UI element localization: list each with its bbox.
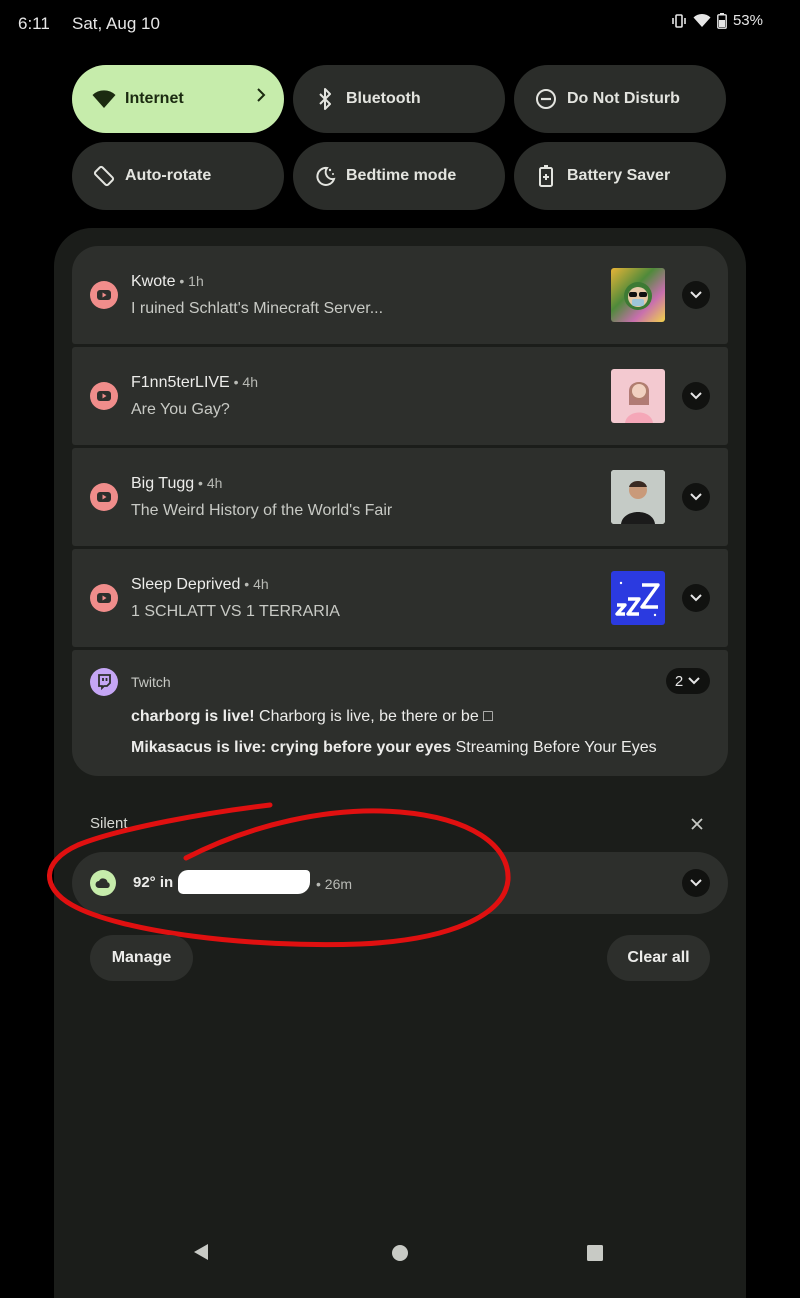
- tile-label: Internet: [125, 90, 184, 107]
- redaction-mark: [178, 870, 310, 894]
- tile-do-not-disturb[interactable]: Do Not Disturb: [514, 65, 726, 133]
- expand-button[interactable]: [682, 483, 710, 511]
- twitch-line: charborg is live! Charborg is live, be t…: [131, 708, 493, 725]
- clear-all-button[interactable]: Clear all: [607, 935, 710, 981]
- notification-app-name: Twitch: [131, 674, 171, 690]
- expand-button[interactable]: [682, 584, 710, 612]
- youtube-icon: [90, 281, 118, 309]
- tile-bedtime-mode[interactable]: Bedtime mode: [293, 142, 505, 210]
- chevron-right-icon: [256, 88, 266, 107]
- notification-text: I ruined Schlatt's Minecraft Server...: [131, 300, 384, 317]
- notification-youtube-sleep-deprived[interactable]: Sleep Deprived • 4h 1 SCHLATT VS 1 TERRA…: [72, 549, 728, 647]
- notification-weather[interactable]: 92° in • 26m: [72, 852, 728, 914]
- battery-saver-icon: [534, 164, 558, 188]
- vibrate-icon: [671, 13, 687, 29]
- recents-icon[interactable]: [586, 1244, 604, 1262]
- youtube-icon: [90, 382, 118, 410]
- notification-text: 1 SCHLATT VS 1 TERRARIA: [131, 603, 340, 620]
- status-bar: 6:11 Sat, Aug 10 53%: [0, 0, 800, 46]
- tile-label: Bluetooth: [346, 90, 421, 107]
- close-icon[interactable]: [688, 815, 706, 833]
- notification-text: Are You Gay?: [131, 401, 230, 418]
- tile-internet[interactable]: Internet: [72, 65, 284, 133]
- manage-button[interactable]: Manage: [90, 935, 193, 981]
- youtube-icon: [90, 584, 118, 612]
- tile-label: Do Not Disturb: [567, 90, 680, 107]
- notification-time: 4h: [206, 475, 223, 491]
- notification-channel: Sleep Deprived: [131, 576, 241, 593]
- weather-time: 26m: [324, 876, 353, 892]
- battery-percent: 53%: [732, 12, 763, 29]
- silent-section-label: Silent: [90, 815, 128, 832]
- home-icon[interactable]: [391, 1244, 409, 1262]
- back-icon[interactable]: [192, 1243, 210, 1261]
- notification-youtube-f1nn5ter[interactable]: F1nn5terLIVE • 4h Are You Gay?: [72, 347, 728, 445]
- group-expand-button[interactable]: 2: [666, 668, 710, 694]
- expand-button[interactable]: [682, 281, 710, 309]
- auto-rotate-icon: [92, 164, 116, 188]
- tile-battery-saver[interactable]: Battery Saver: [514, 142, 726, 210]
- chevron-down-icon: [688, 677, 700, 685]
- notification-channel: Big Tugg: [131, 475, 195, 492]
- video-thumbnail: [611, 571, 665, 625]
- notification-youtube-kwote[interactable]: Kwote • 1h I ruined Schlatt's Minecraft …: [72, 246, 728, 344]
- notification-time: 1h: [188, 273, 204, 289]
- twitch-icon: [90, 668, 118, 696]
- notification-text: The Weird History of the World's Fair: [131, 502, 393, 519]
- cloud-icon: [90, 870, 116, 896]
- youtube-icon: [90, 483, 118, 511]
- tile-label: Bedtime mode: [346, 167, 457, 184]
- status-time: 6:11: [18, 14, 50, 33]
- notification-time: 4h: [242, 374, 258, 390]
- weather-text: 92° in: [133, 874, 174, 891]
- group-count: 2: [674, 672, 684, 690]
- notification-channel: F1nn5terLIVE: [131, 374, 230, 391]
- bluetooth-icon: [313, 87, 337, 111]
- do-not-disturb-icon: [534, 87, 558, 111]
- status-date: Sat, Aug 10: [72, 14, 160, 33]
- video-thumbnail: [611, 268, 665, 322]
- wifi-icon: [693, 13, 711, 28]
- tile-auto-rotate[interactable]: Auto-rotate: [72, 142, 284, 210]
- tile-bluetooth[interactable]: Bluetooth: [293, 65, 505, 133]
- video-thumbnail: [611, 470, 665, 524]
- notification-youtube-big-tugg[interactable]: Big Tugg • 4h The Weird History of the W…: [72, 448, 728, 546]
- bedtime-icon: [313, 164, 337, 188]
- wifi-icon: [92, 87, 116, 111]
- expand-button[interactable]: [682, 869, 710, 897]
- expand-button[interactable]: [682, 382, 710, 410]
- video-thumbnail: [611, 369, 665, 423]
- notification-time: 4h: [253, 576, 269, 592]
- twitch-line: Mikasacus is live: crying before your ey…: [131, 739, 657, 756]
- battery-icon: [717, 12, 727, 29]
- notification-channel: Kwote: [131, 273, 176, 290]
- notification-twitch[interactable]: Twitch 2 charborg is live! Charborg is l…: [72, 650, 728, 776]
- tile-label: Auto-rotate: [125, 167, 212, 184]
- tile-label: Battery Saver: [567, 167, 671, 184]
